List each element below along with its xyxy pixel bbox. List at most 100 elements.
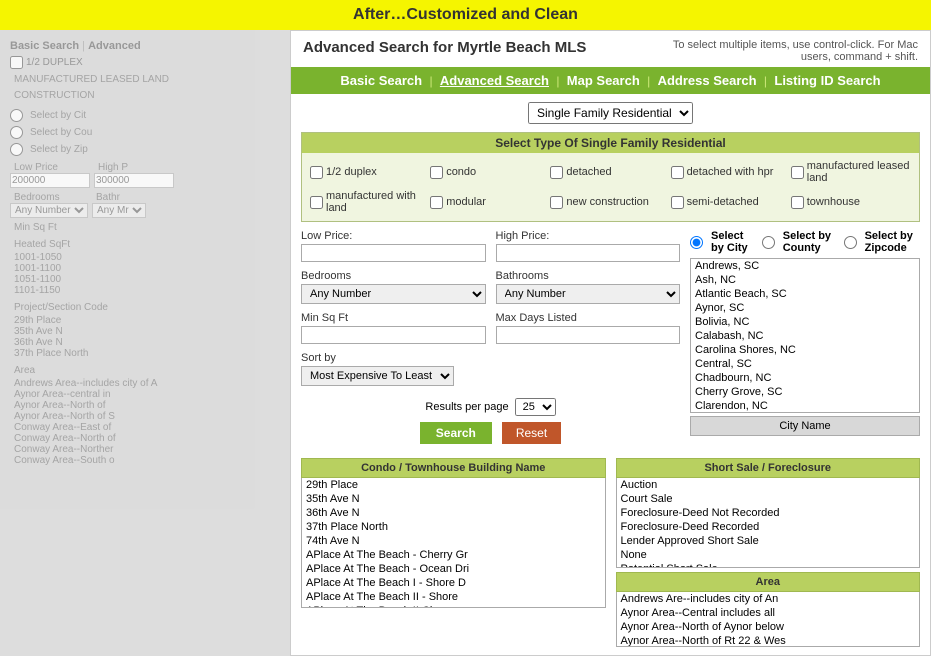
lp-bedrooms[interactable]: Any Number xyxy=(10,203,88,218)
right-panel: Advanced Search for Myrtle Beach MLS To … xyxy=(290,30,931,656)
low-price-input[interactable] xyxy=(301,244,486,262)
radio-city[interactable] xyxy=(690,236,703,249)
city-item[interactable]: Clarendon, NC xyxy=(691,399,919,413)
city-item[interactable]: Cherry Grove, SC xyxy=(691,385,919,399)
city-item[interactable]: Aynor, SC xyxy=(691,301,919,315)
short-sale-item[interactable]: Lender Approved Short Sale xyxy=(617,534,920,548)
cb-mfg-land: manufactured with land xyxy=(310,188,430,216)
results-row: Results per page 25 xyxy=(301,398,680,416)
condo-item[interactable]: APlace At The Beach II - Shore xyxy=(302,590,605,604)
bedrooms-select[interactable]: Any Number xyxy=(301,284,486,304)
max-days-input[interactable] xyxy=(496,326,681,344)
radio-county[interactable] xyxy=(762,236,775,249)
short-sale-header: Short Sale / Foreclosure xyxy=(616,458,921,478)
short-sale-list: Auction Court Sale Foreclosure-Deed Not … xyxy=(616,478,921,568)
condo-list-header: Condo / Townhouse Building Name xyxy=(301,458,606,478)
area-item[interactable]: Aynor Area--North of Aynor below xyxy=(617,620,920,634)
city-item[interactable]: Atlantic Beach, SC xyxy=(691,287,919,301)
right-lists: Short Sale / Foreclosure Auction Court S… xyxy=(616,458,921,647)
lp-cb-duplex[interactable] xyxy=(10,56,23,69)
city-item[interactable]: Central, SC xyxy=(691,357,919,371)
high-price-field: High Price: xyxy=(496,230,681,262)
short-sale-item[interactable]: Foreclosure-Deed Not Recorded xyxy=(617,506,920,520)
city-item[interactable]: Carolina Shores, NC xyxy=(691,343,919,357)
condo-list: 29th Place 35th Ave N 36th Ave N 37th Pl… xyxy=(301,478,606,608)
condo-item[interactable]: APlace At The Beach II Cherry - xyxy=(302,604,605,608)
min-sqft-input[interactable] xyxy=(301,326,486,344)
tab-address-search[interactable]: Address Search xyxy=(658,73,757,88)
reset-button[interactable]: Reset xyxy=(502,422,561,444)
sort-row: Sort by Most Expensive To Least xyxy=(301,352,680,386)
tab-listing-id[interactable]: Listing ID Search xyxy=(774,73,880,88)
property-type-section: Select Type Of Single Family Residential… xyxy=(301,132,920,222)
cb-detached-hpr: detached with hpr xyxy=(671,158,791,186)
condo-item[interactable]: APlace At The Beach I - Shore D xyxy=(302,576,605,590)
tab-advanced-search[interactable]: Advanced Search xyxy=(440,73,549,88)
area-header: Area xyxy=(616,572,921,592)
bathrooms-field: Bathrooms Any Number xyxy=(496,270,681,304)
area-item[interactable]: Aynor Area--North of Rt 22 & Wes xyxy=(617,634,920,647)
location-radio-row: Select by City Select by County Select b… xyxy=(690,230,920,254)
lp-radio-county[interactable] xyxy=(10,126,23,139)
results-select[interactable]: 25 xyxy=(515,398,556,416)
city-item[interactable]: Andrews, SC xyxy=(691,259,919,273)
condo-item[interactable]: APlace At The Beach - Cherry Gr xyxy=(302,548,605,562)
page-header: Advanced Search for Myrtle Beach MLS To … xyxy=(291,31,930,67)
lp-high-price[interactable] xyxy=(94,173,174,188)
city-item[interactable]: Bolivia, NC xyxy=(691,315,919,329)
sort-select[interactable]: Most Expensive To Least xyxy=(301,366,454,386)
condo-item[interactable]: 36th Ave N xyxy=(302,506,605,520)
area-section: Area Andrews Are--includes city of An Ay… xyxy=(616,572,921,647)
city-county-section: Select by City Select by County Select b… xyxy=(690,230,920,452)
bathrooms-select[interactable]: Any Number xyxy=(496,284,681,304)
lp-radio-city[interactable] xyxy=(10,109,23,122)
short-sale-item[interactable]: Potential Short Sale xyxy=(617,562,920,568)
short-sale-section: Short Sale / Foreclosure Auction Court S… xyxy=(616,458,921,568)
cb-new-construction: new construction xyxy=(550,188,670,216)
banner-text: After…Customized and Clean xyxy=(353,6,578,23)
condo-item[interactable]: 29th Place xyxy=(302,478,605,492)
area-item[interactable]: Aynor Area--Central includes all xyxy=(617,606,920,620)
condo-item[interactable]: 74th Ave N xyxy=(302,534,605,548)
short-sale-item[interactable]: None xyxy=(617,548,920,562)
high-price-input[interactable] xyxy=(496,244,681,262)
search-form-area: Low Price: High Price: Bedrooms xyxy=(301,230,920,452)
cb-townhouse: townhouse xyxy=(791,188,911,216)
lp-low-price[interactable] xyxy=(10,173,90,188)
max-days-field: Max Days Listed xyxy=(496,312,681,344)
form-fields-section: Low Price: High Price: Bedrooms xyxy=(301,230,680,452)
short-sale-item[interactable]: Foreclosure-Deed Recorded xyxy=(617,520,920,534)
cb-modular: modular xyxy=(430,188,550,216)
tab-map-search[interactable]: Map Search xyxy=(567,73,640,88)
tab-basic-search[interactable]: Basic Search xyxy=(340,73,422,88)
search-button[interactable]: Search xyxy=(420,422,492,444)
city-name-button[interactable]: City Name xyxy=(690,416,920,436)
bottom-lists: Condo / Townhouse Building Name 29th Pla… xyxy=(301,458,920,647)
left-panel: Basic Search | Advanced 1/2 DUPLEX MANUF… xyxy=(0,30,290,656)
condo-item[interactable]: APlace At The Beach - Ocean Dri xyxy=(302,562,605,576)
area-list: Andrews Are--includes city of An Aynor A… xyxy=(616,592,921,647)
area-item[interactable]: Andrews Are--includes city of An xyxy=(617,592,920,606)
cb-condo: condo xyxy=(430,158,550,186)
lp-basic-search: Basic Search xyxy=(10,40,79,52)
page-hint: To select multiple items, use control-cl… xyxy=(658,39,918,63)
cb-mfg-leased: manufactured leased land xyxy=(791,158,911,186)
lp-bathrooms[interactable]: Any Mr xyxy=(92,203,146,218)
short-sale-item[interactable]: Court Sale xyxy=(617,492,920,506)
low-price-field: Low Price: xyxy=(301,230,486,262)
lp-radio-zip[interactable] xyxy=(10,143,23,156)
city-list: Andrews, SC Ash, NC Atlantic Beach, SC A… xyxy=(690,258,920,413)
min-sqft-field: Min Sq Ft xyxy=(301,312,486,344)
cb-semi-detached: semi-detached xyxy=(671,188,791,216)
nav-bar: Basic Search | Advanced Search | Map Sea… xyxy=(291,67,930,94)
city-item[interactable]: Ash, NC xyxy=(691,273,919,287)
condo-item[interactable]: 35th Ave N xyxy=(302,492,605,506)
short-sale-item[interactable]: Auction xyxy=(617,478,920,492)
content-area: Single Family Residential Select Type Of… xyxy=(291,94,930,655)
city-item[interactable]: Calabash, NC xyxy=(691,329,919,343)
property-type-select[interactable]: Single Family Residential xyxy=(528,102,693,124)
radio-zipcode[interactable] xyxy=(844,236,857,249)
condo-item[interactable]: 37th Place North xyxy=(302,520,605,534)
bedrooms-field: Bedrooms Any Number xyxy=(301,270,486,304)
city-item[interactable]: Chadbourn, NC xyxy=(691,371,919,385)
